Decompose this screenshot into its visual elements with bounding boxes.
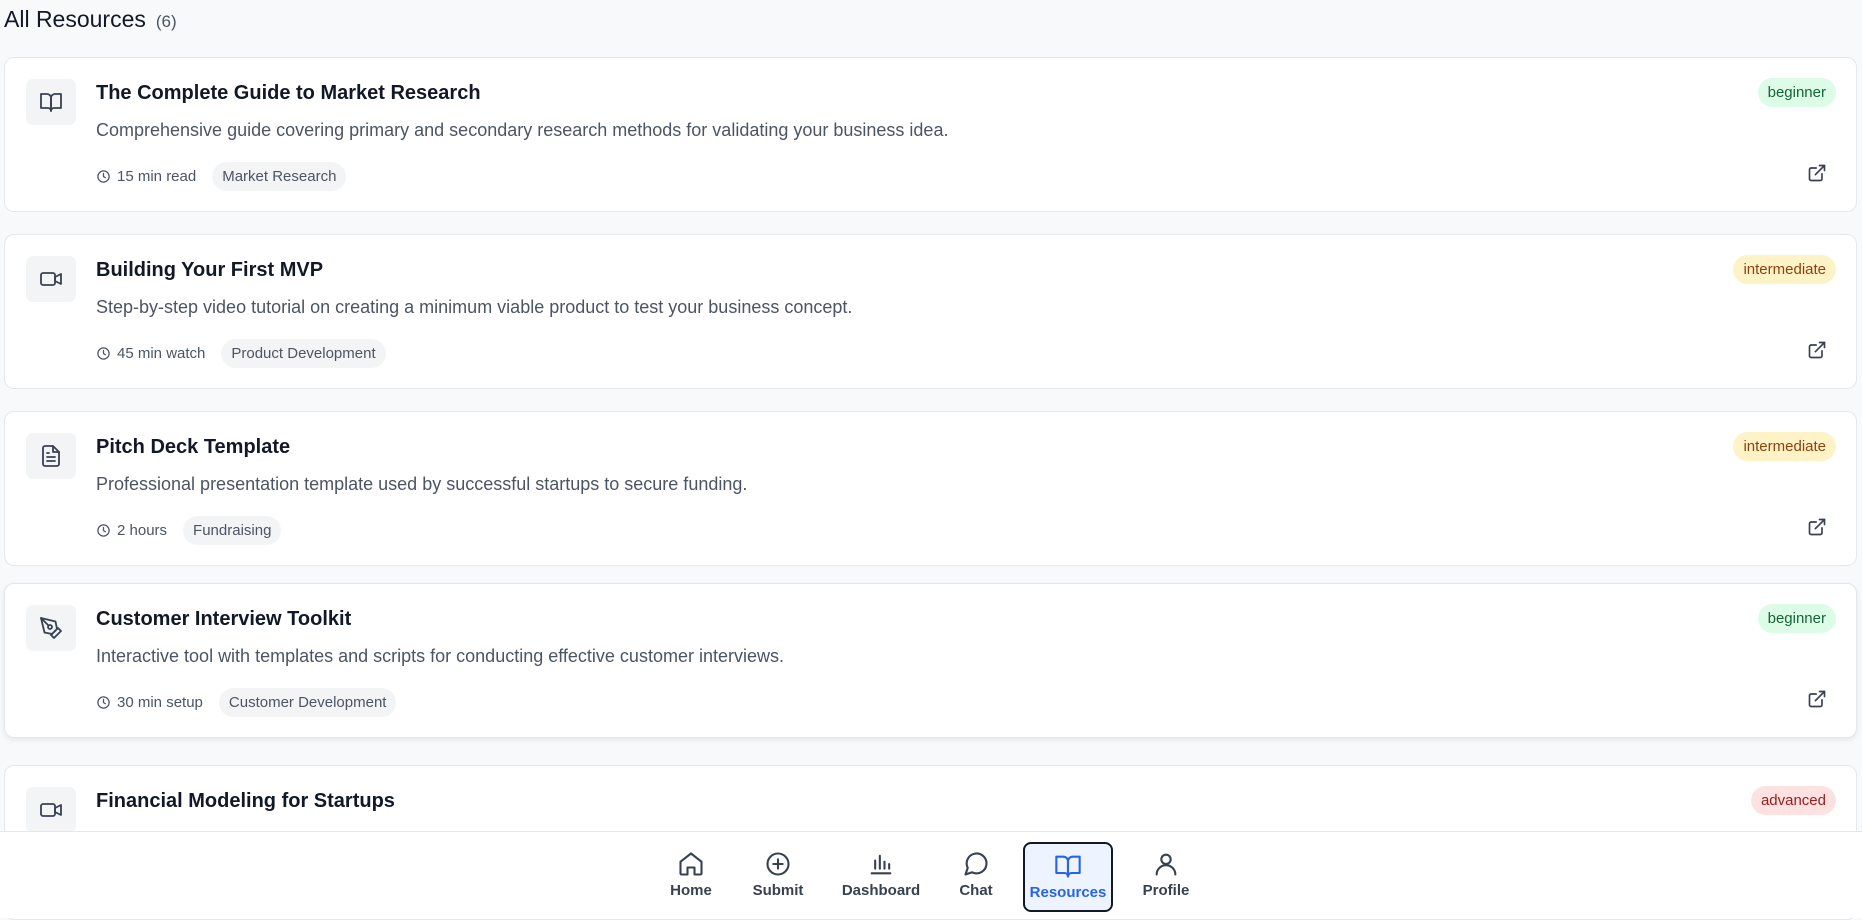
external-link-icon[interactable] xyxy=(1806,688,1828,710)
resource-type-tile xyxy=(26,256,76,302)
nav-label: Submit xyxy=(752,882,804,899)
resource-description: Step-by-step video tutorial on creating … xyxy=(96,297,853,317)
plus-circle-icon xyxy=(766,852,790,876)
book-open-icon xyxy=(40,93,62,112)
resource-count: (6) xyxy=(155,12,177,31)
resource-type-tile xyxy=(26,787,76,833)
nav-label: Dashboard xyxy=(841,882,921,899)
bar-chart-icon xyxy=(870,854,892,875)
resource-card[interactable]: Pitch Deck Template Professional present… xyxy=(4,411,1857,566)
pen-tool-icon xyxy=(40,617,62,639)
clock-icon xyxy=(96,523,111,538)
resource-description: Professional presentation template used … xyxy=(96,474,748,494)
nav-item-resources[interactable]: Resources xyxy=(1023,842,1113,912)
page-header: All Resources (6) xyxy=(4,6,177,33)
video-icon xyxy=(40,272,62,286)
user-icon xyxy=(1155,853,1177,876)
nav-label: Resources xyxy=(1029,884,1107,901)
clock-icon xyxy=(96,346,111,361)
level-badge: beginner xyxy=(1757,604,1836,633)
category-tag: Market Research xyxy=(212,162,347,191)
nav-item-home[interactable]: Home xyxy=(666,842,716,912)
video-icon xyxy=(40,803,62,817)
nav-item-dashboard[interactable]: Dashboard xyxy=(841,842,921,912)
home-icon xyxy=(679,852,703,876)
resource-title: Building Your First MVP xyxy=(96,259,324,281)
resource-description: Comprehensive guide covering primary and… xyxy=(96,120,949,140)
category-tag: Customer Development xyxy=(218,688,397,717)
page-title: All Resources xyxy=(4,6,146,32)
resource-title: Financial Modeling for Startups xyxy=(96,790,395,812)
resource-title: Pitch Deck Template xyxy=(96,436,291,458)
document-icon xyxy=(42,445,60,467)
resource-card[interactable]: The Complete Guide to Market Research Co… xyxy=(4,57,1857,212)
category-tag: Product Development xyxy=(221,339,386,368)
resource-type-tile xyxy=(26,79,76,125)
resource-type-tile xyxy=(26,433,76,479)
nav-label: Profile xyxy=(1142,882,1190,899)
level-badge: beginner xyxy=(1757,78,1836,107)
resource-meta: 15 min read Market Research xyxy=(96,162,347,191)
chat-bubble-icon xyxy=(964,852,988,876)
book-open-icon xyxy=(1055,855,1081,878)
external-link-icon[interactable] xyxy=(1806,162,1828,184)
resource-type-tile xyxy=(26,605,76,651)
resource-card[interactable]: Customer Interview Toolkit Interactive t… xyxy=(4,583,1857,738)
nav-item-profile[interactable]: Profile xyxy=(1141,842,1191,912)
level-badge: advanced xyxy=(1750,786,1836,815)
clock-icon xyxy=(96,695,111,710)
resource-description: Interactive tool with templates and scri… xyxy=(96,646,784,666)
resource-meta: 30 min setup Customer Development xyxy=(96,688,397,717)
nav-label: Chat xyxy=(959,882,993,899)
clock-icon xyxy=(96,169,111,184)
external-link-icon[interactable] xyxy=(1806,339,1828,361)
resource-card[interactable]: Building Your First MVP Step-by-step vid… xyxy=(4,234,1857,389)
resource-duration: 45 min watch xyxy=(117,345,206,362)
resource-title: Customer Interview Toolkit xyxy=(96,608,352,630)
resource-meta: 45 min watch Product Development xyxy=(96,339,386,368)
category-tag: Fundraising xyxy=(183,516,282,545)
resource-title: The Complete Guide to Market Research xyxy=(96,82,481,104)
resource-duration: 30 min setup xyxy=(117,694,203,711)
nav-item-submit[interactable]: Submit xyxy=(752,842,804,912)
nav-label: Home xyxy=(670,882,712,899)
level-badge: intermediate xyxy=(1733,432,1836,461)
resource-meta: 2 hours Fundraising xyxy=(96,516,282,545)
bottom-navigation: Home Submit Dashboard Chat Resources Pro… xyxy=(0,831,1862,918)
resource-duration: 2 hours xyxy=(117,522,168,539)
nav-item-chat[interactable]: Chat xyxy=(955,842,997,912)
level-badge: intermediate xyxy=(1733,255,1836,284)
resource-duration: 15 min read xyxy=(117,168,197,185)
external-link-icon[interactable] xyxy=(1806,516,1828,538)
